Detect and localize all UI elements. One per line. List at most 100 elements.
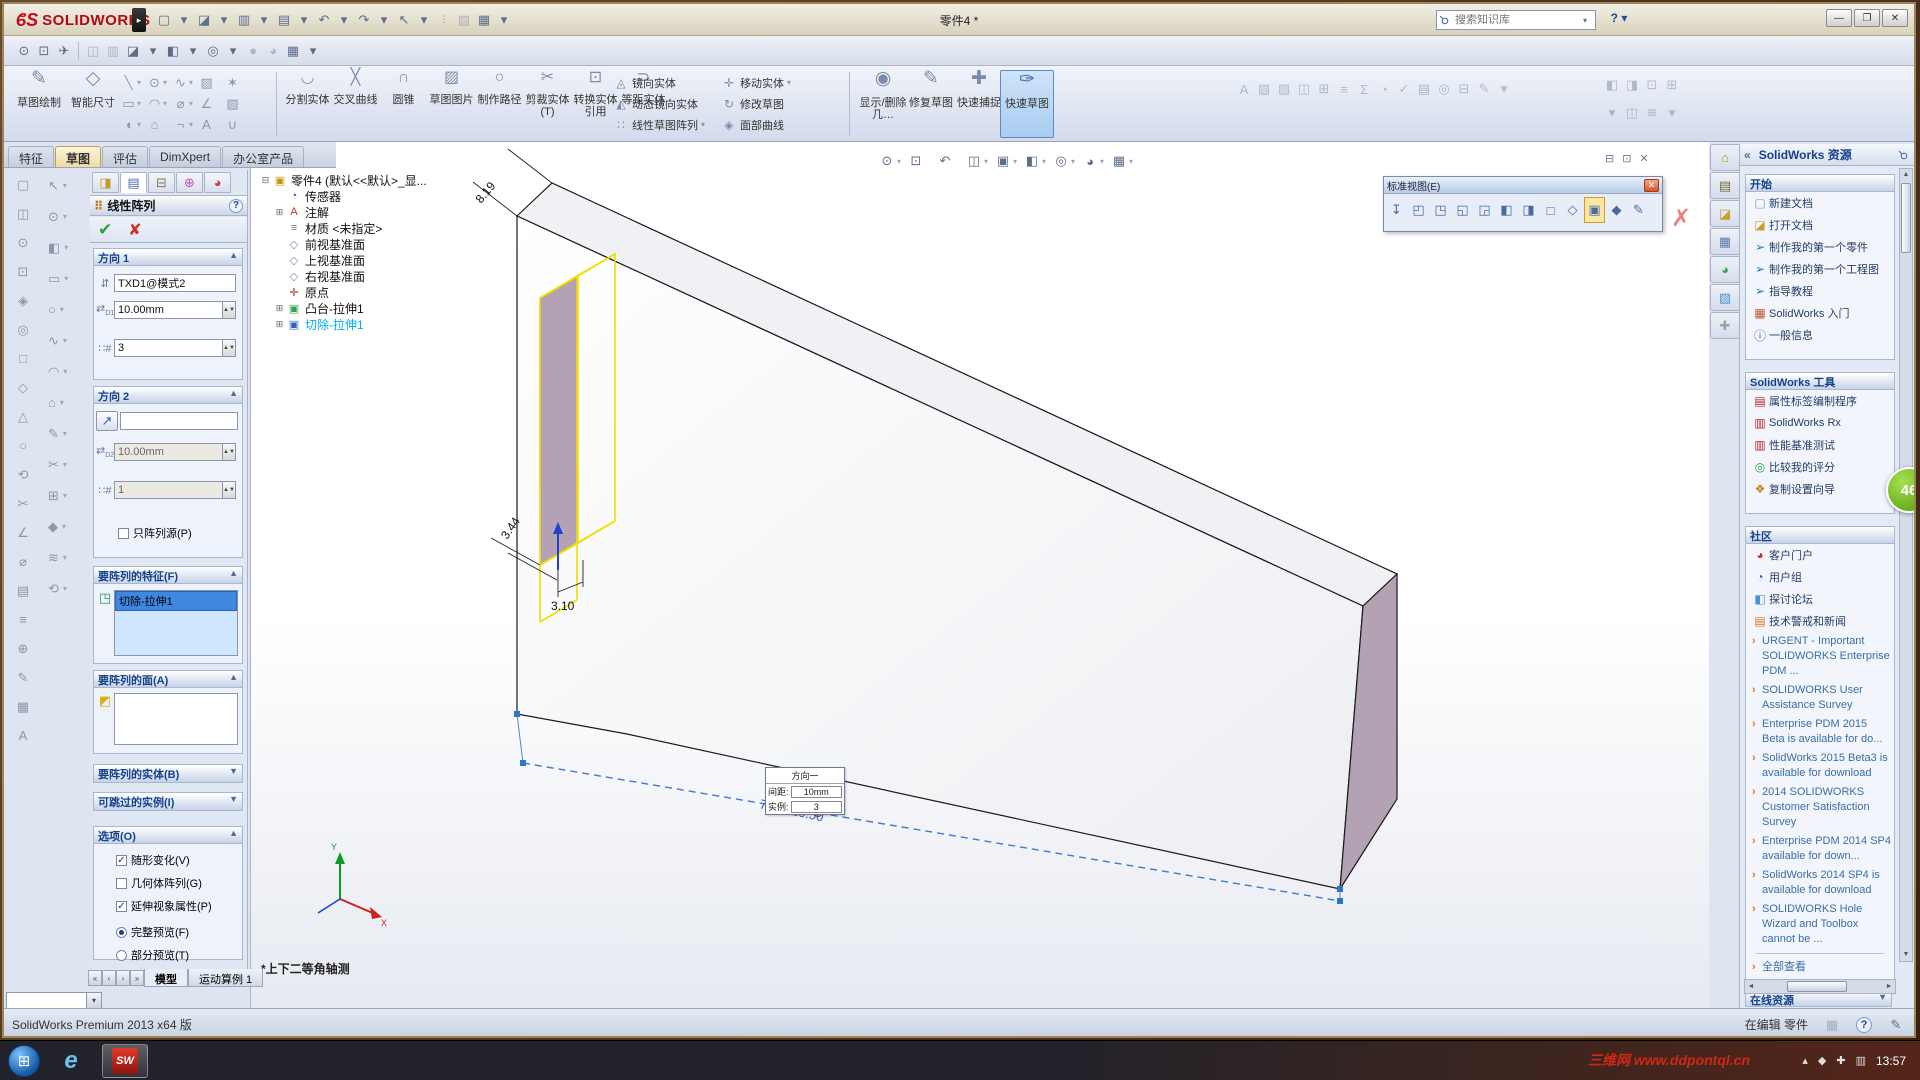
sketch-entity-icon[interactable]: ✶ — [224, 75, 241, 91]
tree-item[interactable]: ✛原点 — [273, 284, 489, 300]
nav-first-icon[interactable]: « — [88, 970, 102, 986]
ribbon-button[interactable]: ✎修复草图 — [904, 70, 958, 138]
network-icon[interactable]: ◆ — [1818, 1054, 1826, 1067]
side-tool-icon[interactable]: ∠ — [6, 518, 40, 547]
toolbar-icon[interactable]: ▨ — [1274, 78, 1294, 100]
dropdown-arrow-icon[interactable]: ▾ — [143, 40, 163, 62]
propertymanager-tab-icon[interactable]: ▤ — [120, 172, 147, 193]
sketch-entity-icon[interactable]: ◠ — [146, 96, 163, 112]
doc-close-icon[interactable]: ✕ — [1639, 152, 1648, 165]
part-front-face[interactable] — [517, 216, 1363, 889]
dropdown-arrow-icon[interactable]: ▾ — [163, 78, 172, 87]
view-orientation-icon[interactable]: ◱ — [1452, 197, 1473, 223]
toolbar-icon[interactable]: ◨ — [1622, 74, 1642, 96]
dropdown-arrow-icon[interactable]: ▾ — [189, 78, 198, 87]
view-orientation-icon[interactable]: ◲ — [1474, 197, 1495, 223]
toolbar-icon[interactable]: ▾ — [1662, 102, 1682, 124]
side-tool-icon[interactable]: ✂ — [6, 489, 40, 518]
toolbar-icon[interactable]: ⊞ — [1662, 74, 1682, 96]
dropdown-arrow-icon[interactable]: ▾ — [137, 120, 146, 129]
side-tool-icon[interactable]: ✎ — [6, 663, 40, 692]
separator[interactable] — [78, 42, 79, 60]
side-tool-icon[interactable]: ⊡ — [6, 257, 40, 286]
dropdown-arrow-icon[interactable]: ▾ — [1013, 157, 1022, 166]
taskbar-ie-button[interactable]: e — [48, 1044, 94, 1078]
doc-restore-icon[interactable]: ⊡ — [1622, 152, 1631, 165]
ribbon-button[interactable]: ✂剪裁实体(T) — [524, 70, 571, 138]
count-spinner[interactable]: ▲▼ — [223, 339, 236, 357]
zoom-area-icon[interactable]: ⊡ — [34, 40, 54, 62]
instances-to-skip-group[interactable]: 可跳过的实例(I)▼ — [93, 792, 243, 811]
display-style-icon[interactable]: ◧ — [163, 40, 183, 62]
resources-tab-icon[interactable]: ⌂ — [1710, 144, 1739, 171]
news-link[interactable]: ›URGENT - Important SOLIDWORKS Enterpris… — [1746, 632, 1894, 681]
ribbon-button[interactable]: ∩圆锥 — [380, 70, 427, 138]
checkbox-unchecked[interactable] — [118, 528, 129, 539]
filter-tab-icon[interactable]: ◨ — [92, 172, 119, 193]
task-pane-link[interactable]: ➢制作我的第一个零件 — [1746, 236, 1894, 258]
zoom-in-icon[interactable]: ⊙ — [14, 40, 34, 62]
task-pane-link[interactable]: ⓘ一般信息 — [1746, 324, 1894, 346]
tree-item[interactable]: ◔传感器 — [273, 188, 489, 204]
task-pane-link[interactable]: ◕客户门户 — [1746, 544, 1894, 566]
dimxpert-tab-icon[interactable]: ⊕ — [176, 172, 203, 193]
pane-search-icon[interactable]: ⚲ — [1893, 145, 1913, 165]
dropdown-arrow-icon[interactable]: ▾ — [1129, 157, 1138, 166]
configuration-tab-icon[interactable]: ⊟ — [148, 172, 175, 193]
task-pane-link[interactable]: ▥性能基准测试 — [1746, 434, 1894, 456]
status-help-icon[interactable]: ? — [1856, 1017, 1872, 1033]
faces-list[interactable] — [114, 693, 238, 745]
dropdown-arrow-icon[interactable]: ▾ — [984, 157, 993, 166]
sketch-button[interactable]: ✎ 草图绘制 — [12, 70, 66, 138]
dropdown-arrow-icon[interactable]: ▾ — [183, 40, 203, 62]
side-tool-icon[interactable]: ◫ — [6, 199, 40, 228]
checkbox-unchecked[interactable] — [116, 878, 127, 889]
ribbon-row-button[interactable]: ✛移动实体▾ — [720, 72, 791, 93]
side-tool-icon[interactable]: ⊕ — [6, 634, 40, 663]
side-tool-icon[interactable]: ▭▾ — [42, 263, 88, 294]
taskbar-solidworks-button[interactable]: SW — [102, 1044, 148, 1078]
ok-button[interactable]: ✔ — [98, 220, 112, 240]
ribbon-row-button[interactable]: ∷线性草图阵列▾ — [612, 114, 705, 135]
add-tab-icon[interactable]: ✚ — [1710, 312, 1739, 339]
tree-item[interactable]: ◇前视基准面 — [273, 236, 489, 252]
ribbon-row-button[interactable]: ◬镜向实体 — [612, 72, 705, 93]
toolbar-icon[interactable]: ≡ — [1334, 78, 1354, 100]
callout-spacing-value[interactable]: 10mm — [791, 786, 842, 798]
toolbar-icon[interactable]: ⊞ — [1314, 78, 1334, 100]
hide-show-icon[interactable]: ◎ — [203, 40, 223, 62]
reverse-direction-icon[interactable]: ⇵ — [96, 277, 114, 290]
apply-scene-icon[interactable]: ▦ — [1109, 150, 1129, 172]
units-icon[interactable]: ▦ — [1822, 1014, 1842, 1036]
display-style-icon[interactable]: ◧ — [1022, 150, 1042, 172]
toolbar-icon[interactable]: ⊟ — [1454, 78, 1474, 100]
task-pane-link[interactable]: ▦SolidWorks 入门 — [1746, 302, 1894, 324]
volume-icon[interactable]: ▥ — [1856, 1054, 1866, 1067]
side-tool-icon[interactable]: ◎ — [6, 315, 40, 344]
side-tool-icon[interactable]: ≋▾ — [42, 542, 88, 573]
tree-item[interactable]: ◇上视基准面 — [273, 252, 489, 268]
callout-instances-value[interactable]: 3 — [791, 801, 842, 813]
sketch-entity-icon[interactable]: ∠ — [198, 96, 215, 112]
view-orientation-icon[interactable]: ▣ — [993, 150, 1013, 172]
dropdown-arrow-icon[interactable]: ▾ — [897, 157, 906, 166]
side-tool-icon[interactable]: ⊞▾ — [42, 480, 88, 511]
sketch-entity-icon[interactable]: ∿ — [172, 75, 189, 91]
toolbar-icon[interactable]: ◔ — [1374, 78, 1394, 100]
tree-item[interactable]: ⊞A注解 — [273, 204, 489, 220]
appearance-icon[interactable]: ◕ — [263, 40, 283, 62]
side-tool-icon[interactable]: ✎▾ — [42, 418, 88, 449]
features-list[interactable]: 切除-拉伸1 — [114, 590, 238, 656]
show-hidden-icons[interactable]: ▴ — [1802, 1054, 1808, 1067]
sketch-entity-icon[interactable]: ⌀ — [172, 96, 189, 112]
sketch-entity-icon[interactable]: ╲ — [120, 75, 137, 91]
view-orientation-icon[interactable]: ◳ — [1430, 197, 1451, 223]
sketch-entity-icon[interactable]: ∪ — [224, 117, 241, 133]
view-orientation-icon[interactable]: ◨ — [1518, 197, 1539, 223]
dropdown-arrow-icon[interactable]: ▾ — [137, 78, 146, 87]
propagate-visual-option[interactable]: ✓延伸视象属性(P) — [116, 898, 212, 914]
dropdown-arrow-icon[interactable]: ▾ — [189, 99, 198, 108]
hide-show-items-icon[interactable]: ◎ — [1051, 150, 1071, 172]
tab-草图[interactable]: 草图 — [55, 146, 101, 167]
side-tool-icon[interactable]: △ — [6, 402, 40, 431]
